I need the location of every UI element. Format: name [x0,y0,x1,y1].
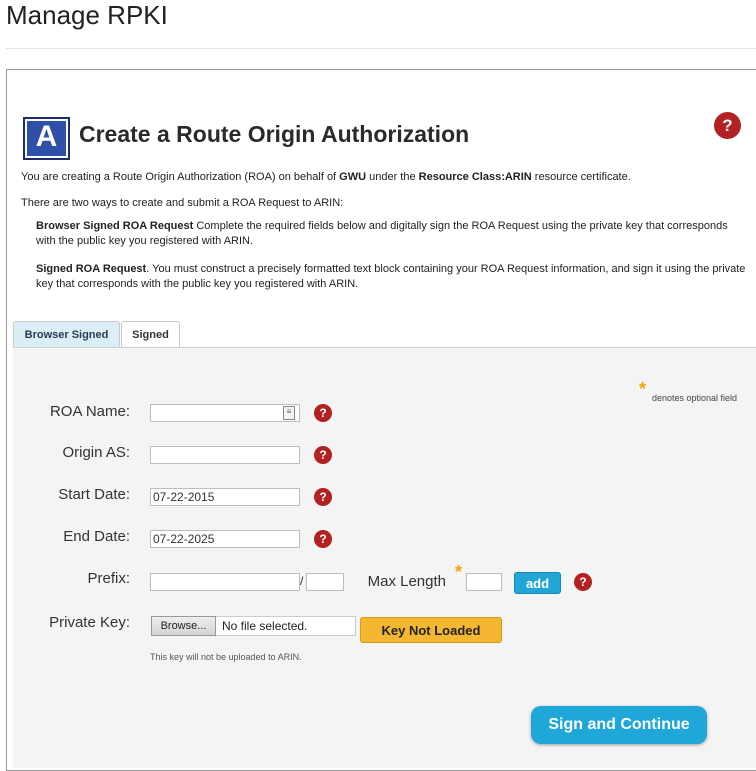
file-status: No file selected. [216,616,356,636]
section-title: Create a Route Origin Authorization [79,121,470,147]
prefix-help-icon[interactable]: ? [574,573,592,591]
option-signed-desc: Signed ROA Request. You must construct a… [36,262,748,292]
sign-and-continue-button[interactable]: Sign and Continue [531,706,707,744]
title-divider [6,48,756,49]
roa-name-input[interactable] [150,404,300,422]
origin-as-help-icon[interactable]: ? [314,446,332,464]
option-title: Signed ROA Request [36,263,147,275]
private-key-label: Private Key: [49,614,130,631]
prefix-address-input[interactable] [150,573,300,591]
tab-browser-signed[interactable]: Browser Signed [13,321,120,348]
max-length-input[interactable] [466,573,502,591]
page-title: Manage RPKI [6,0,168,30]
prefix-label: Prefix: [87,570,130,587]
intro-line-2: There are two ways to create and submit … [21,197,344,209]
origin-as-label: Origin AS: [62,444,130,461]
optional-field-note: denotes optional field [652,393,738,403]
option-title: Browser Signed ROA Request [36,220,194,232]
resource-class: Resource Class:ARIN [418,171,532,183]
intro-line-1: You are creating a Route Origin Authoriz… [21,170,741,185]
section-badge: A [23,117,70,160]
tab-signed[interactable]: Signed [121,321,180,348]
roa-name-help-icon[interactable]: ? [314,404,332,422]
key-upload-note: This key will not be uploaded to ARIN. [150,652,302,662]
start-date-label: Start Date: [58,486,130,503]
prefix-length-input[interactable] [306,573,344,591]
key-status-button[interactable]: Key Not Loaded [360,617,502,643]
prefix-separator: / [300,574,304,588]
add-button[interactable]: add [514,572,561,594]
intro-text: You are creating a Route Origin Authoriz… [21,171,340,183]
badge-letter: A [35,120,58,153]
org-name: GWU [339,171,367,183]
option-browser-signed-desc: Browser Signed ROA Request Complete the … [36,219,748,249]
intro-text: resource certificate. [531,171,631,183]
optional-star-icon: * [455,562,463,582]
origin-as-input[interactable] [150,446,300,464]
intro-text: under the [366,171,419,183]
roa-name-label: ROA Name: [49,403,130,420]
start-date-input[interactable] [150,488,300,506]
input-assist-icon[interactable]: ≡ [283,406,295,420]
start-date-help-icon[interactable]: ? [314,488,332,506]
browse-button[interactable]: Browse... [151,616,216,636]
end-date-input[interactable] [150,530,300,548]
max-length-label: Max Length [367,573,446,590]
optional-star-icon: * [639,379,647,399]
end-date-label: End Date: [63,528,130,545]
help-icon[interactable]: ? [714,112,741,139]
end-date-help-icon[interactable]: ? [314,530,332,548]
